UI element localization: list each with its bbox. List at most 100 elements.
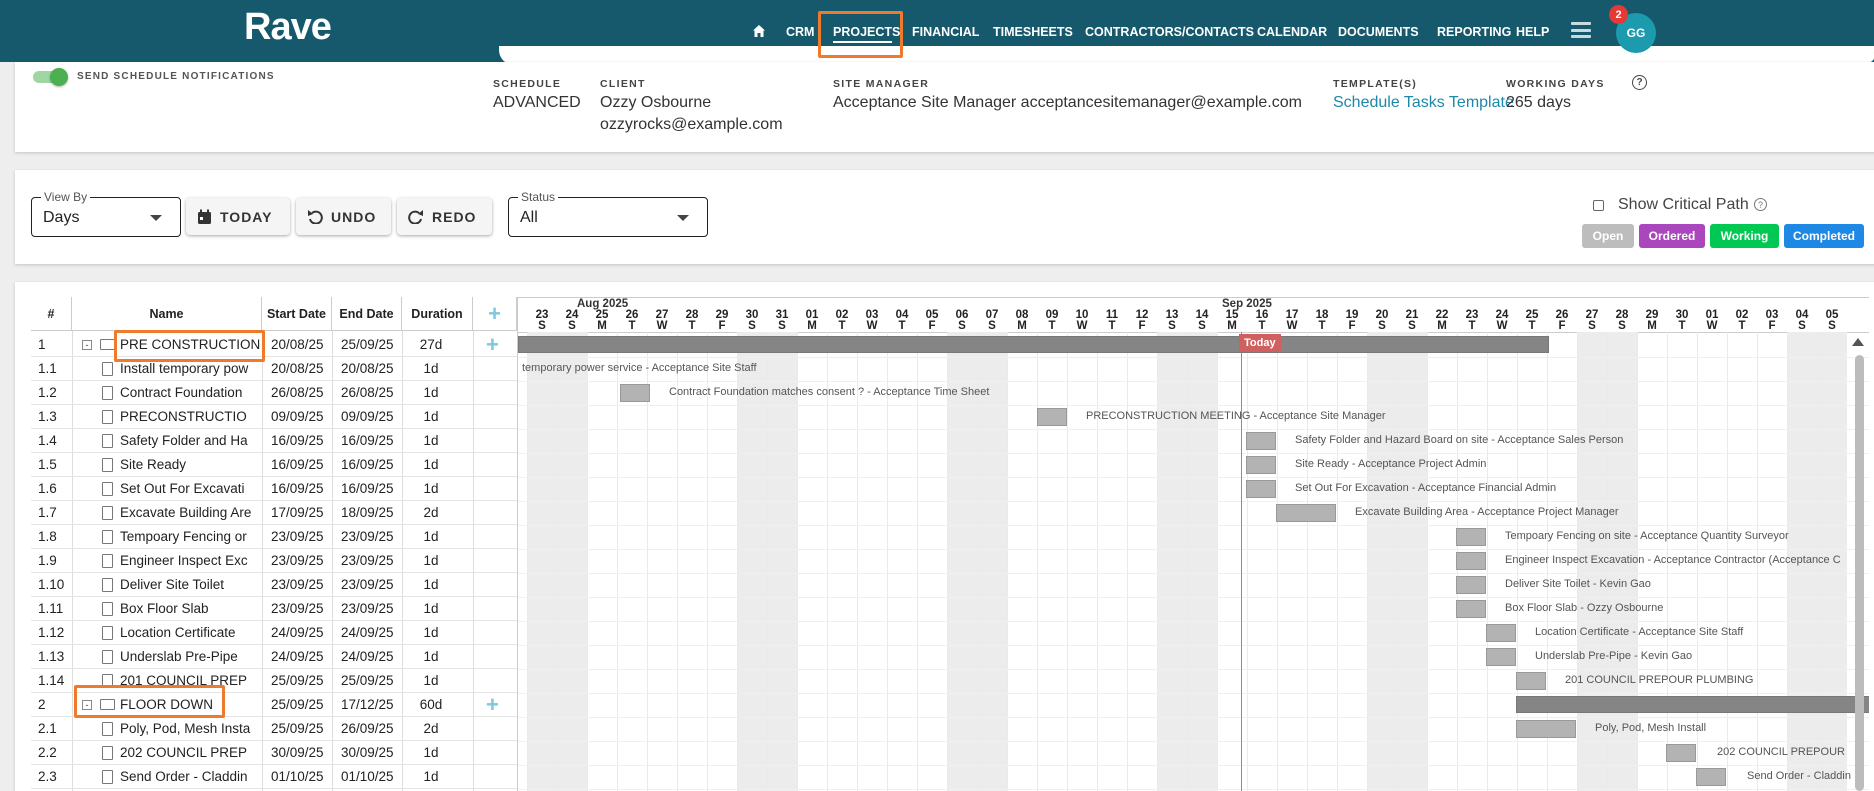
scrollbar-thumb[interactable]: [1855, 355, 1864, 791]
task-row[interactable]: 2.2 202 COUNCIL PREP 30/09/25 30/09/25 1d: [31, 741, 517, 765]
gantt-task-bar[interactable]: [1456, 576, 1486, 594]
task-row[interactable]: 1.12 Location Certificate 24/09/25 24/09/25…: [31, 621, 517, 645]
gantt-task-bar[interactable]: [1666, 744, 1696, 762]
add-task-header-button[interactable]: +: [473, 297, 517, 331]
today-marker-label: Today: [1239, 334, 1281, 352]
nav-item-documents[interactable]: DOCUMENTS: [1338, 25, 1419, 39]
column-header-end[interactable]: End Date: [332, 297, 402, 331]
status-select[interactable]: Status All: [508, 190, 708, 237]
task-name[interactable]: Set Out For Excavati: [120, 477, 261, 501]
gantt-task-bar[interactable]: [1486, 624, 1516, 642]
task-name[interactable]: Tempoary Fencing or: [120, 525, 261, 549]
task-name[interactable]: Contract Foundation: [120, 381, 261, 405]
gantt-row-divider: [518, 669, 1869, 670]
template-link[interactable]: Schedule Tasks Template: [1333, 94, 1514, 112]
task-row[interactable]: 1.2 Contract Foundation 26/08/25 26/08/25 1d: [31, 381, 517, 405]
gantt-task-bar[interactable]: [1456, 552, 1486, 570]
task-row[interactable]: 1.3 PRECONSTRUCTIO 09/09/25 09/09/25 1d: [31, 405, 517, 429]
task-row[interactable]: 1.13 Underslab Pre-Pipe 24/09/25 24/09/25 1d: [31, 645, 517, 669]
add-subtask-plus-icon[interactable]: +: [486, 694, 499, 716]
task-row[interactable]: 1.1 Install temporary pow 20/08/25 20/08/25…: [31, 357, 517, 381]
view-by-select[interactable]: View By Days: [31, 190, 181, 237]
task-name[interactable]: Underslab Pre-Pipe: [120, 645, 261, 669]
task-number: 2: [38, 697, 46, 712]
task-name[interactable]: PRECONSTRUCTIO: [120, 405, 261, 429]
working-days-help-icon[interactable]: ?: [1632, 75, 1647, 90]
task-number: 1.8: [38, 529, 57, 544]
task-name[interactable]: Excavate Building Are: [120, 501, 261, 525]
gantt-task-bar[interactable]: [1276, 504, 1336, 522]
today-button[interactable]: TODAY: [186, 198, 290, 235]
nav-item-financial[interactable]: FINANCIAL: [912, 25, 979, 39]
task-name[interactable]: Engineer Inspect Exc: [120, 549, 261, 573]
gantt-task-bar[interactable]: [1246, 456, 1276, 474]
column-header-name[interactable]: Name: [72, 297, 262, 331]
task-row[interactable]: 1.7 Excavate Building Are 17/09/25 18/09/25…: [31, 501, 517, 525]
nav-item-help[interactable]: HELP: [1516, 25, 1549, 39]
task-name[interactable]: Location Certificate: [120, 621, 261, 645]
task-end-date: 24/09/25: [341, 625, 394, 640]
column-header-start[interactable]: Start Date: [262, 297, 332, 331]
column-header-duration[interactable]: Duration: [402, 297, 473, 331]
app-logo[interactable]: Rave: [244, 6, 332, 49]
gantt-task-bar[interactable]: [1456, 528, 1486, 546]
task-row[interactable]: 1.11 Box Floor Slab 23/09/25 23/09/25 1d: [31, 597, 517, 621]
task-number: 1.7: [38, 505, 57, 520]
gantt-bar-label: Poly, Pod, Mesh Install: [1595, 722, 1707, 734]
gantt-task-bar[interactable]: [1456, 600, 1486, 618]
gantt-task-bar[interactable]: [1246, 432, 1276, 450]
task-row[interactable]: 1.8 Tempoary Fencing or 23/09/25 23/09/25 1d: [31, 525, 517, 549]
task-row[interactable]: 1.10 Deliver Site Toilet 23/09/25 23/09/25 1…: [31, 573, 517, 597]
task-end-date: 17/12/25: [341, 697, 394, 712]
nav-item-calendar[interactable]: CALENDAR: [1257, 25, 1327, 39]
gantt-row-divider: [518, 621, 1869, 622]
nav-item-contractors[interactable]: CONTRACTORS/CONTACTS: [1085, 25, 1254, 39]
task-row[interactable]: 1.4 Safety Folder and Ha 16/09/25 16/09/25 1…: [31, 429, 517, 453]
nav-item-reporting[interactable]: REPORTING: [1437, 25, 1511, 39]
critical-path-label[interactable]: Show Critical Path: [1618, 196, 1749, 214]
task-group-row[interactable]: 1- PRE CONSTRUCTION 20/08/25 25/09/25 27d +: [31, 333, 517, 357]
home-icon[interactable]: [752, 24, 766, 38]
task-name[interactable]: Poly, Pod, Mesh Insta: [120, 717, 261, 741]
redo-button[interactable]: REDO: [397, 198, 492, 235]
gantt-task-bar[interactable]: [1486, 648, 1516, 666]
undo-button[interactable]: UNDO: [296, 198, 391, 235]
task-row[interactable]: 1.9 Engineer Inspect Exc 23/09/25 23/09/25 1…: [31, 549, 517, 573]
nav-item-timesheets[interactable]: TIMESHEETS: [993, 25, 1073, 39]
critical-path-help-icon[interactable]: ?: [1754, 198, 1767, 211]
gantt-task-bar[interactable]: [1246, 480, 1276, 498]
add-subtask-plus-icon[interactable]: +: [486, 334, 499, 356]
gantt-summary-bar[interactable]: [518, 336, 1549, 353]
gantt-task-bar[interactable]: [1516, 720, 1576, 738]
gantt-task-bar[interactable]: [1696, 768, 1726, 786]
task-name[interactable]: Safety Folder and Ha: [120, 429, 261, 453]
gantt-task-bar[interactable]: [1516, 672, 1546, 690]
redo-icon: [408, 210, 423, 224]
critical-path-checkbox[interactable]: [1593, 200, 1604, 211]
gantt-day-letter: S: [748, 320, 756, 332]
task-end-date: 26/08/25: [341, 385, 394, 400]
task-name[interactable]: Box Floor Slab: [120, 597, 261, 621]
gantt-day-letter: S: [568, 320, 576, 332]
gantt-chart[interactable]: Aug 2025 Sep 2025 22F23S24S25M26T27W28T2…: [517, 297, 1869, 791]
task-name[interactable]: Send Order - Claddin: [120, 765, 261, 789]
gantt-task-bar[interactable]: [620, 384, 650, 402]
task-row[interactable]: 2.1 Poly, Pod, Mesh Insta 25/09/25 26/09/25…: [31, 717, 517, 741]
gantt-summary-bar[interactable]: [1516, 696, 1869, 713]
hamburger-menu-icon[interactable]: [1571, 22, 1591, 38]
task-name[interactable]: Deliver Site Toilet: [120, 573, 261, 597]
task-row[interactable]: 1.6 Set Out For Excavati 16/09/25 16/09/25 1…: [31, 477, 517, 501]
gantt-task-bar[interactable]: [1037, 408, 1067, 426]
scroll-up-icon[interactable]: [1852, 338, 1864, 346]
task-row[interactable]: 1.5 Site Ready 16/09/25 16/09/25 1d: [31, 453, 517, 477]
task-duration: 1d: [423, 673, 439, 688]
gantt-day-column: [587, 332, 617, 791]
schedule-notifications-toggle[interactable]: [33, 68, 69, 86]
task-name[interactable]: 202 COUNCIL PREP: [120, 741, 261, 765]
task-row[interactable]: 2.3 Send Order - Claddin 01/10/25 01/10/25 1…: [31, 765, 517, 789]
nav-item-crm[interactable]: CRM: [786, 25, 814, 39]
document-icon: [102, 386, 113, 400]
task-name[interactable]: Site Ready: [120, 453, 261, 477]
task-start-date: 23/09/25: [271, 553, 324, 568]
collapse-icon[interactable]: -: [82, 340, 92, 350]
